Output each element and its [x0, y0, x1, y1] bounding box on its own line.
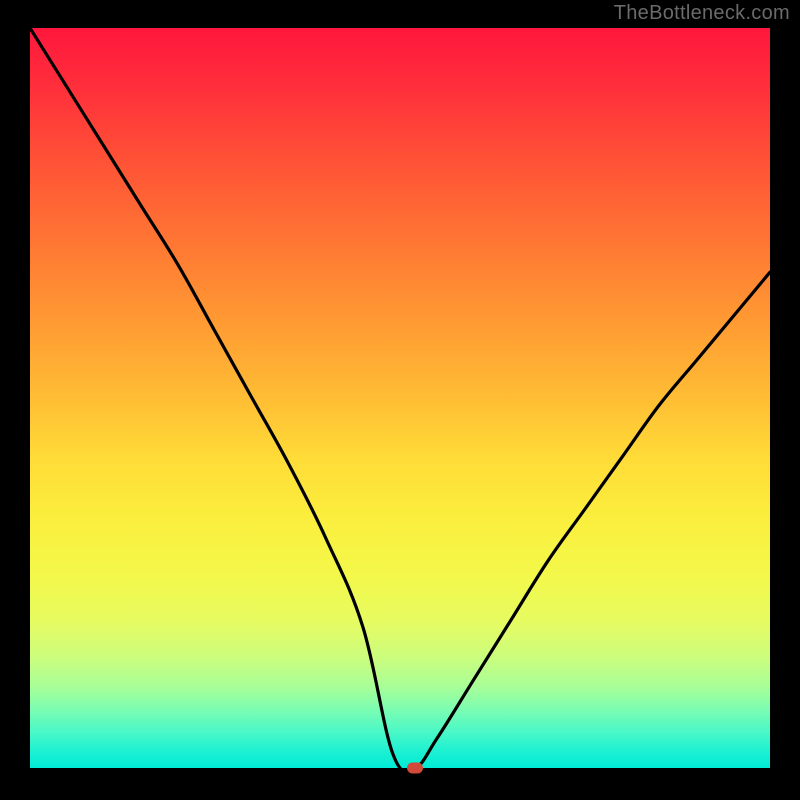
- minimum-marker: [407, 763, 423, 774]
- bottleneck-curve: [30, 28, 770, 768]
- chart-frame: TheBottleneck.com: [0, 0, 800, 800]
- plot-area: [30, 28, 770, 768]
- watermark-text: TheBottleneck.com: [614, 2, 790, 25]
